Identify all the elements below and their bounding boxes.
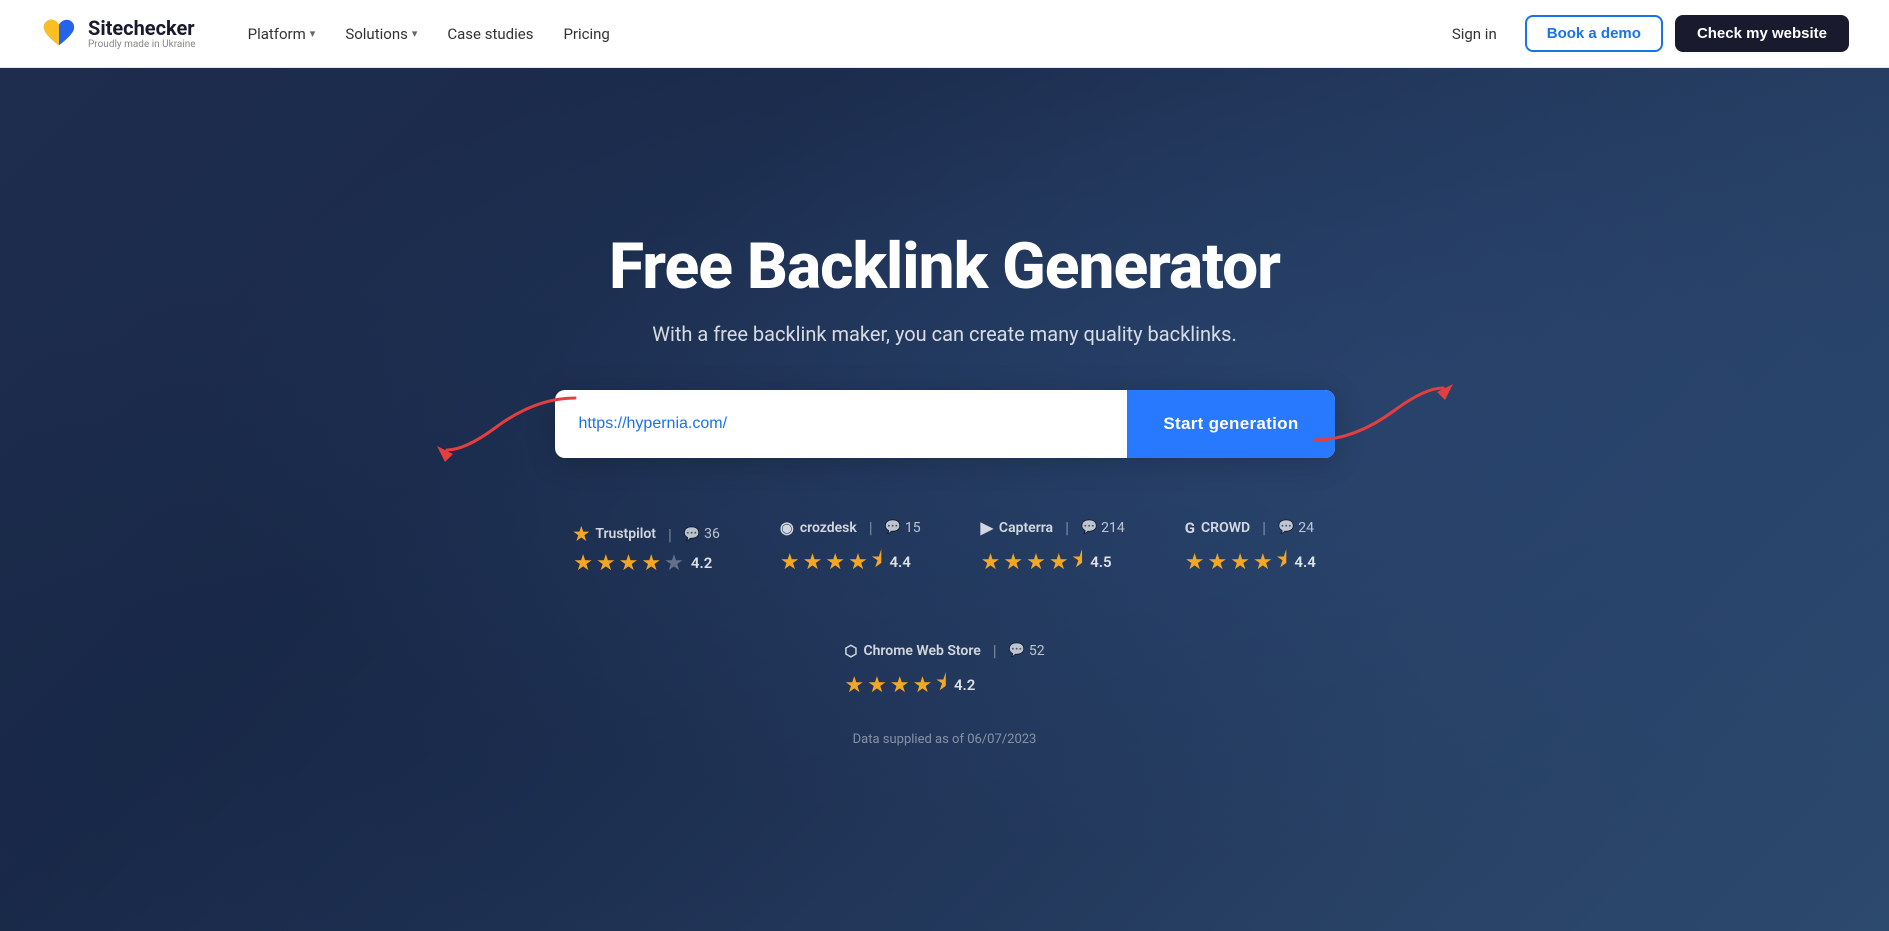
- sign-in-button[interactable]: Sign in: [1436, 17, 1513, 51]
- trustpilot-count: 36: [704, 526, 720, 542]
- logo-name: Sitechecker: [88, 17, 196, 39]
- rating-trustpilot: ★ Trustpilot | 💬 36 ★ ★ ★ ★ ★ 4.2: [573, 524, 720, 576]
- nav-platform[interactable]: Platform ▾: [236, 17, 328, 51]
- search-box: Start generation: [555, 390, 1335, 458]
- check-website-button[interactable]: Check my website: [1675, 15, 1849, 52]
- comment-icon: 💬: [684, 527, 700, 542]
- start-generation-button[interactable]: Start generation: [1127, 390, 1334, 458]
- crozdesk-stars: ★ ★ ★ ★ ⯨ 4.4: [780, 543, 911, 581]
- rating-capterra: ▶ Capterra | 💬 214 ★ ★ ★ ★ ⯨ 4.5: [981, 518, 1125, 581]
- capterra-stars: ★ ★ ★ ★ ⯨ 4.5: [981, 543, 1112, 581]
- data-note: Data supplied as of 06/07/2023: [495, 732, 1395, 747]
- crowd-icon: G: [1185, 519, 1195, 537]
- book-demo-button[interactable]: Book a demo: [1525, 15, 1663, 52]
- nav-actions: Sign in Book a demo Check my website: [1436, 15, 1849, 52]
- crowd-label: CROWD: [1201, 520, 1250, 536]
- search-container: Start generation: [555, 390, 1335, 458]
- logo-tagline: Proudly made in Ukraine: [88, 39, 196, 51]
- chrome-icon: ⬡: [844, 642, 857, 660]
- rating-chrome: ⬡ Chrome Web Store | 💬 52 ★ ★ ★ ★ ⯨ 4.2: [844, 641, 1044, 704]
- rating-crowd: G CROWD | 💬 24 ★ ★ ★ ★ ⯨ 4.4: [1185, 518, 1316, 581]
- ratings-row: ★ Trustpilot | 💬 36 ★ ★ ★ ★ ★ 4.2: [495, 518, 1395, 704]
- crozdesk-count: 15: [905, 520, 921, 536]
- hero-section: Free Backlink Generator With a free back…: [0, 68, 1889, 931]
- logo-icon: [40, 15, 78, 53]
- chevron-down-icon: ▾: [310, 27, 316, 40]
- rating-crozdesk: ◉ crozdesk | 💬 15 ★ ★ ★ ★ ⯨ 4.4: [780, 518, 921, 581]
- capterra-count: 214: [1101, 520, 1125, 536]
- comment-icon: 💬: [1009, 643, 1025, 658]
- trustpilot-icon: ★: [573, 524, 589, 545]
- navbar: Sitechecker Proudly made in Ukraine Plat…: [0, 0, 1889, 68]
- crozdesk-icon: ◉: [780, 518, 794, 537]
- nav-pricing[interactable]: Pricing: [551, 17, 621, 51]
- divider: |: [668, 525, 672, 544]
- logo[interactable]: Sitechecker Proudly made in Ukraine: [40, 15, 196, 53]
- chrome-label: Chrome Web Store: [863, 643, 980, 659]
- hero-subtitle: With a free backlink maker, you can crea…: [495, 322, 1395, 346]
- hero-title: Free Backlink Generator: [495, 232, 1395, 302]
- crowd-count: 24: [1298, 520, 1314, 536]
- trustpilot-label: Trustpilot: [595, 526, 656, 542]
- hero-content: Free Backlink Generator With a free back…: [495, 232, 1395, 747]
- chrome-stars: ★ ★ ★ ★ ⯨ 4.2: [844, 666, 975, 704]
- nav-links: Platform ▾ Solutions ▾ Case studies Pric…: [236, 17, 1436, 51]
- nav-case-studies[interactable]: Case studies: [435, 17, 545, 51]
- comment-icon: 💬: [1081, 520, 1097, 535]
- crozdesk-label: crozdesk: [800, 520, 857, 536]
- nav-solutions[interactable]: Solutions ▾: [333, 17, 429, 51]
- capterra-label: Capterra: [999, 520, 1053, 536]
- chrome-count: 52: [1029, 643, 1045, 659]
- capterra-icon: ▶: [981, 518, 993, 537]
- chevron-down-icon: ▾: [412, 27, 418, 40]
- trustpilot-stars: ★ ★ ★ ★ ★ 4.2: [573, 551, 712, 576]
- crowd-stars: ★ ★ ★ ★ ⯨ 4.4: [1185, 543, 1316, 581]
- comment-icon: 💬: [1278, 520, 1294, 535]
- comment-icon: 💬: [885, 520, 901, 535]
- url-input[interactable]: [555, 390, 1128, 458]
